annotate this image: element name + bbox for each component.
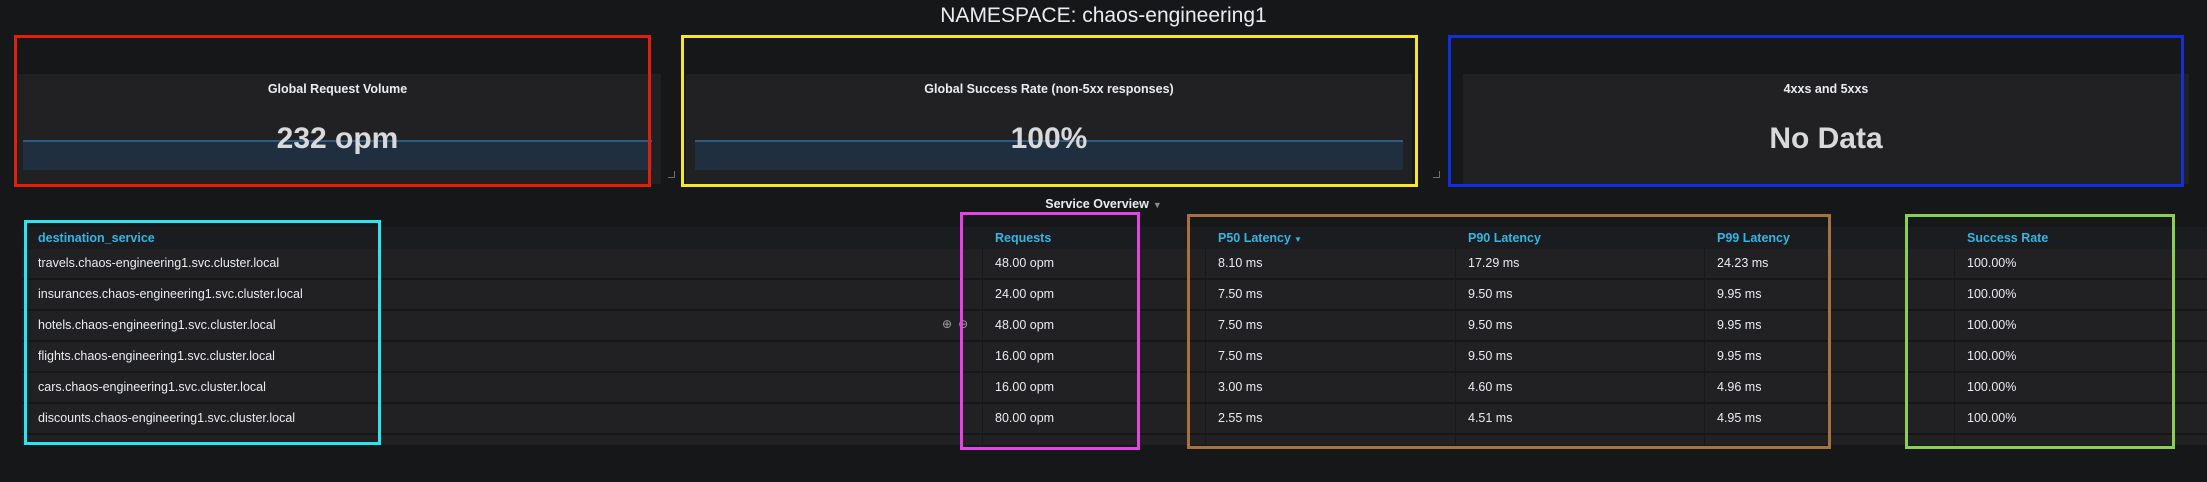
column-header-p90-latency[interactable]: P90 Latency bbox=[1468, 231, 1541, 245]
cell-p50: 7.50 ms bbox=[1218, 349, 1263, 363]
cell-p90: 17.29 ms bbox=[1468, 256, 1520, 270]
resize-handle[interactable] bbox=[1433, 171, 1440, 178]
caret-down-icon: ▼ bbox=[1293, 235, 1302, 244]
stat-panel-4xx-5xx[interactable]: 4xxs and 5xxs No Data bbox=[1463, 74, 2189, 184]
page-title: NAMESPACE: chaos-engineering1 bbox=[940, 4, 1267, 27]
column-header-p50-latency[interactable]: P50 Latency ▼ bbox=[1218, 231, 1302, 245]
cell-success-rate: 100.00% bbox=[1967, 318, 2017, 332]
column-header-success-rate[interactable]: Success Rate bbox=[1967, 231, 2048, 245]
cell-requests: 16.00 opm bbox=[995, 349, 1055, 363]
column-header-p99-latency[interactable]: P99 Latency bbox=[1717, 231, 1790, 245]
zoom-in-icon[interactable]: ⊕ bbox=[942, 317, 952, 331]
table-header-row: destination_service Requests P50 Latency… bbox=[22, 227, 2207, 249]
row-title-service-overview[interactable]: Service Overview ▼ bbox=[0, 197, 2207, 211]
cell-p50: 7.50 ms bbox=[1218, 287, 1263, 301]
column-divider bbox=[1954, 249, 1955, 444]
column-header-destination-service[interactable]: destination_service bbox=[38, 231, 155, 245]
stat-title: Global Request Volume bbox=[267, 82, 408, 96]
caret-down-icon: ▼ bbox=[1152, 200, 1162, 210]
cell-p90: 9.50 ms bbox=[1468, 318, 1513, 332]
cell-requests: 48.00 opm bbox=[995, 318, 1055, 332]
cell-service[interactable]: flights.chaos-engineering1.svc.cluster.l… bbox=[38, 349, 275, 363]
cell-p50: 3.00 ms bbox=[1218, 380, 1263, 394]
stat-value: 232 opm bbox=[276, 122, 399, 155]
cell-requests: 80.00 opm bbox=[995, 411, 1055, 425]
table-row: insurances.chaos-engineering1.svc.cluste… bbox=[22, 280, 2207, 311]
cell-p99: 9.95 ms bbox=[1717, 318, 1762, 332]
cell-p99: 9.95 ms bbox=[1717, 287, 1762, 301]
table-row: cars.chaos-engineering1.svc.cluster.loca… bbox=[22, 373, 2207, 404]
service-overview-table: destination_service Requests P50 Latency… bbox=[22, 227, 2207, 445]
resize-handle[interactable] bbox=[668, 171, 675, 178]
cell-requests: 16.00 opm bbox=[995, 380, 1055, 394]
cell-success-rate: 100.00% bbox=[1967, 287, 2017, 301]
cell-service[interactable]: discounts.chaos-engineering1.svc.cluster… bbox=[38, 411, 295, 425]
cell-p99: 4.95 ms bbox=[1717, 411, 1762, 425]
stat-title: Global Success Rate (non-5xx responses) bbox=[924, 82, 1174, 96]
table-row: discounts.chaos-engineering1.svc.cluster… bbox=[22, 404, 2207, 435]
cell-p90: 4.60 ms bbox=[1468, 380, 1513, 394]
cell-p50: 2.55 ms bbox=[1218, 411, 1263, 425]
cell-service[interactable]: insurances.chaos-engineering1.svc.cluste… bbox=[38, 287, 303, 301]
cell-p50: 7.50 ms bbox=[1218, 318, 1263, 332]
cell-service[interactable]: travels.chaos-engineering1.svc.cluster.l… bbox=[38, 256, 279, 270]
cell-p50: 8.10 ms bbox=[1218, 256, 1263, 270]
cell-p90: 9.50 ms bbox=[1468, 287, 1513, 301]
cell-p90: 4.51 ms bbox=[1468, 411, 1513, 425]
stat-value: No Data bbox=[1769, 122, 1883, 155]
table-row: flights.chaos-engineering1.svc.cluster.l… bbox=[22, 342, 2207, 373]
cell-success-rate: 100.00% bbox=[1967, 380, 2017, 394]
cell-requests: 24.00 opm bbox=[995, 287, 1055, 301]
row-title-label: Service Overview bbox=[1045, 197, 1149, 211]
header-label: P50 Latency bbox=[1218, 231, 1291, 245]
stat-title: 4xxs and 5xxs bbox=[1783, 82, 1869, 96]
column-header-requests[interactable]: Requests bbox=[995, 231, 1051, 245]
stat-panel-success-rate[interactable]: Global Success Rate (non-5xx responses) … bbox=[686, 74, 1440, 184]
cell-zoom-actions: ⊕ ⊖ bbox=[942, 317, 974, 331]
zoom-out-icon[interactable]: ⊖ bbox=[958, 317, 968, 331]
cell-p99: 4.96 ms bbox=[1717, 380, 1762, 394]
table-row: hotels.chaos-engineering1.svc.cluster.lo… bbox=[22, 311, 2207, 342]
column-divider bbox=[1455, 249, 1456, 444]
cell-success-rate: 100.00% bbox=[1967, 349, 2017, 363]
cell-p90: 9.50 ms bbox=[1468, 349, 1513, 363]
column-divider bbox=[1704, 249, 1705, 444]
cell-p99: 9.95 ms bbox=[1717, 349, 1762, 363]
stat-panel-request-volume[interactable]: Global Request Volume 232 opm bbox=[14, 74, 675, 184]
cell-requests: 48.00 opm bbox=[995, 256, 1055, 270]
cell-success-rate: 100.00% bbox=[1967, 256, 2017, 270]
table-row: travels.chaos-engineering1.svc.cluster.l… bbox=[22, 249, 2207, 280]
stat-value: 100% bbox=[1010, 122, 1088, 155]
cell-service[interactable]: hotels.chaos-engineering1.svc.cluster.lo… bbox=[38, 318, 276, 332]
column-divider bbox=[982, 249, 983, 444]
column-divider bbox=[1205, 249, 1206, 444]
cell-p99: 24.23 ms bbox=[1717, 256, 1769, 270]
cell-success-rate: 100.00% bbox=[1967, 411, 2017, 425]
cell-service[interactable]: cars.chaos-engineering1.svc.cluster.loca… bbox=[38, 380, 266, 394]
